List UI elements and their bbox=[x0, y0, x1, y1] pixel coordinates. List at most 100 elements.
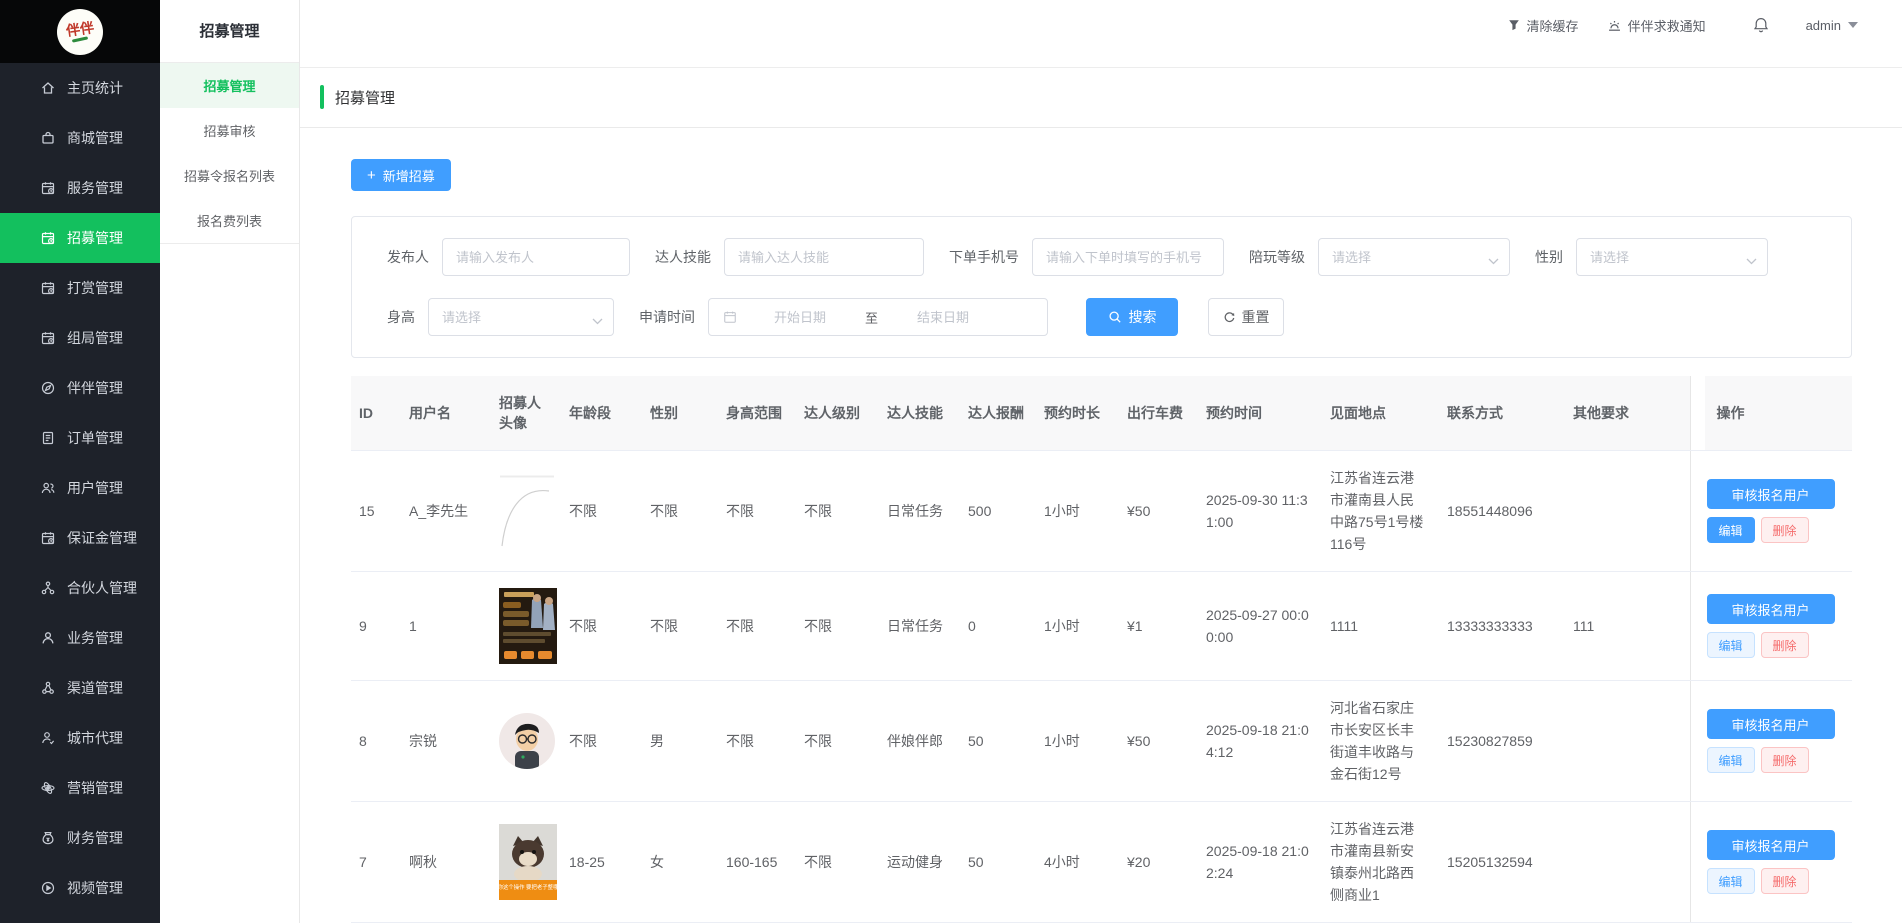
sidebar-item-channel[interactable]: 渠道管理 bbox=[0, 663, 160, 713]
filter-panel: 发布人 达人技能 下单手机号 陪玩等级 bbox=[351, 216, 1852, 358]
sidebar-item-marketing[interactable]: 营销管理 bbox=[0, 763, 160, 813]
sidebar-item-home-stats[interactable]: 主页统计 bbox=[0, 63, 160, 113]
review-signup-button[interactable]: 审核报名用户 bbox=[1707, 479, 1835, 509]
clear-cache-button[interactable]: 清除缓存 bbox=[1507, 16, 1579, 35]
header-age: 年龄段 bbox=[559, 376, 640, 451]
cell-time: 2025-09-30 11:31:00 bbox=[1196, 451, 1320, 572]
sidebar-item-service[interactable]: 服务管理 bbox=[0, 163, 160, 213]
submenu-item-recruit-signup-list[interactable]: 招募令报名列表 bbox=[160, 153, 299, 198]
recruit-table: ID 用户名 招募人头像 年龄段 性别 身高范围 达人级别 达人技能 达人报酬 … bbox=[351, 376, 1852, 923]
bell-icon[interactable] bbox=[1752, 16, 1770, 34]
review-signup-button[interactable]: 审核报名用户 bbox=[1707, 830, 1835, 860]
cell-actions: 审核报名用户 编辑 删除 bbox=[1690, 572, 1852, 681]
edit-button[interactable]: 编辑 bbox=[1707, 868, 1755, 894]
edit-button[interactable]: 编辑 bbox=[1707, 517, 1755, 543]
cell-username: 1 bbox=[399, 572, 489, 681]
edit-button[interactable]: 编辑 bbox=[1707, 632, 1755, 658]
compass-icon bbox=[40, 380, 56, 396]
header-location: 见面地点 bbox=[1320, 376, 1437, 451]
cell-duration: 1小时 bbox=[1034, 681, 1117, 802]
sidebar-item-label: 用户管理 bbox=[67, 478, 123, 498]
search-button[interactable]: 搜索 bbox=[1086, 298, 1178, 336]
review-signup-button[interactable]: 审核报名用户 bbox=[1707, 709, 1835, 739]
sidebar-item-group[interactable]: 组局管理 bbox=[0, 313, 160, 363]
delete-button[interactable]: 删除 bbox=[1761, 517, 1809, 543]
header-gender: 性别 bbox=[640, 376, 716, 451]
sidebar-item-banban[interactable]: 伴伴管理 bbox=[0, 363, 160, 413]
user-menu[interactable]: admin bbox=[1806, 18, 1858, 33]
sidebar-item-partner[interactable]: 合伙人管理 bbox=[0, 563, 160, 613]
refresh-icon bbox=[1223, 311, 1236, 324]
level-select[interactable] bbox=[1318, 238, 1510, 276]
skill-input[interactable] bbox=[724, 238, 924, 276]
submenu: 招募管理 招募管理 招募审核 招募令报名列表 报名费列表 bbox=[160, 0, 300, 923]
cell-level: 不限 bbox=[794, 802, 877, 923]
sidebar-item-deposit[interactable]: 保证金管理 bbox=[0, 513, 160, 563]
money-bag-icon bbox=[40, 830, 56, 846]
clear-cache-label: 清除缓存 bbox=[1527, 16, 1579, 35]
sidebar-nav: 主页统计 商城管理 服务管理 招募管理 打赏管理 组局管理 伴伴管理 订单管理 … bbox=[0, 63, 160, 913]
cell-skill: 运动健身 bbox=[877, 802, 958, 923]
start-date-input[interactable] bbox=[741, 310, 859, 325]
cell-skill: 伴娘伴郎 bbox=[877, 681, 958, 802]
gender-label: 性别 bbox=[1535, 247, 1563, 267]
cell-age: 不限 bbox=[559, 572, 640, 681]
height-label: 身高 bbox=[387, 307, 415, 327]
height-select[interactable] bbox=[428, 298, 614, 336]
delete-button[interactable]: 删除 bbox=[1761, 632, 1809, 658]
header-fare: 出行车费 bbox=[1117, 376, 1196, 451]
cell-level: 不限 bbox=[794, 451, 877, 572]
cell-gender: 男 bbox=[640, 681, 716, 802]
cell-fare: ¥20 bbox=[1117, 802, 1196, 923]
cell-id: 8 bbox=[351, 681, 399, 802]
sidebar-item-video[interactable]: 视频管理 bbox=[0, 863, 160, 913]
network-icon bbox=[40, 580, 56, 596]
cell-reward: 50 bbox=[958, 802, 1034, 923]
sidebar-item-label: 营销管理 bbox=[67, 778, 123, 798]
plus-icon: + bbox=[367, 168, 376, 183]
cell-reward: 0 bbox=[958, 572, 1034, 681]
sidebar-item-label: 招募管理 bbox=[67, 228, 123, 248]
sidebar-item-city-agent[interactable]: 城市代理 bbox=[0, 713, 160, 763]
sidebar-item-recruit[interactable]: 招募管理 bbox=[0, 213, 160, 263]
cell-time: 2025-09-27 00:00:00 bbox=[1196, 572, 1320, 681]
sidebar-item-label: 合伙人管理 bbox=[67, 578, 137, 598]
gender-select[interactable] bbox=[1576, 238, 1768, 276]
cell-time: 2025-09-18 21:04:12 bbox=[1196, 681, 1320, 802]
cell-contact: 13333333333 bbox=[1437, 572, 1563, 681]
cell-id: 15 bbox=[351, 451, 399, 572]
sidebar-item-finance[interactable]: 财务管理 bbox=[0, 813, 160, 863]
date-range-picker[interactable]: 至 bbox=[708, 298, 1048, 336]
edit-button[interactable]: 编辑 bbox=[1707, 747, 1755, 773]
submenu-item-recruit-review[interactable]: 招募审核 bbox=[160, 108, 299, 153]
reset-button[interactable]: 重置 bbox=[1208, 298, 1284, 336]
cell-time: 2025-09-18 21:02:24 bbox=[1196, 802, 1320, 923]
sos-notice-button[interactable]: 伴伴求救通知 bbox=[1607, 16, 1706, 35]
sidebar-item-label: 组局管理 bbox=[67, 328, 123, 348]
submenu-item-signup-fee-list[interactable]: 报名费列表 bbox=[160, 198, 299, 243]
cell-id: 7 bbox=[351, 802, 399, 923]
cell-id: 9 bbox=[351, 572, 399, 681]
sidebar-item-reward[interactable]: 打赏管理 bbox=[0, 263, 160, 313]
table-row: 15 A_李先生 不限 不限 不限 bbox=[351, 451, 1852, 572]
date-range-separator: 至 bbox=[859, 308, 884, 327]
sidebar-item-label: 渠道管理 bbox=[67, 678, 123, 698]
publisher-input[interactable] bbox=[442, 238, 630, 276]
sidebar-item-users[interactable]: 用户管理 bbox=[0, 463, 160, 513]
add-recruit-button[interactable]: + 新增招募 bbox=[351, 159, 451, 191]
cell-duration: 1小时 bbox=[1034, 572, 1117, 681]
order-phone-input[interactable] bbox=[1032, 238, 1224, 276]
sidebar-item-business[interactable]: 业务管理 bbox=[0, 613, 160, 663]
delete-button[interactable]: 删除 bbox=[1761, 747, 1809, 773]
filter-height: 身高 bbox=[387, 298, 614, 336]
sidebar-item-mall[interactable]: 商城管理 bbox=[0, 113, 160, 163]
end-date-input[interactable] bbox=[884, 310, 1002, 325]
apply-time-label: 申请时间 bbox=[639, 307, 695, 327]
sidebar-item-orders[interactable]: 订单管理 bbox=[0, 413, 160, 463]
filter-row-1: 发布人 达人技能 下单手机号 陪玩等级 bbox=[387, 238, 1831, 276]
cell-age: 18-25 bbox=[559, 802, 640, 923]
submenu-item-recruit-manage[interactable]: 招募管理 bbox=[160, 63, 299, 108]
delete-button[interactable]: 删除 bbox=[1761, 868, 1809, 894]
cell-actions: 审核报名用户 编辑 删除 bbox=[1690, 802, 1852, 923]
review-signup-button[interactable]: 审核报名用户 bbox=[1707, 594, 1835, 624]
